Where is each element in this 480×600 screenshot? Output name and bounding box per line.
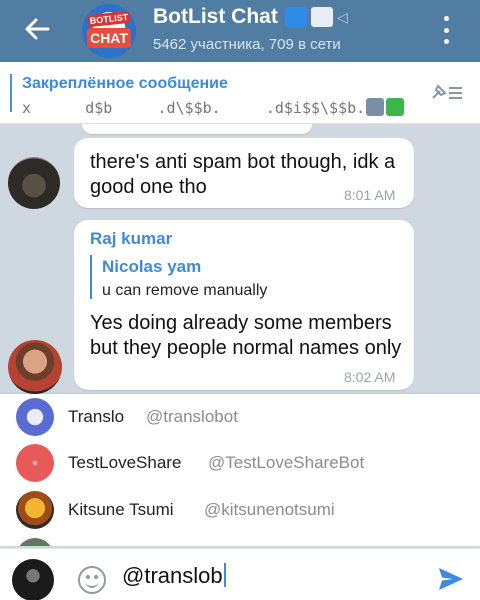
suggestion-username: @translobot xyxy=(146,407,238,426)
message-input-value: @translob xyxy=(122,563,223,588)
muted-icon: ◁ xyxy=(337,9,348,25)
sender-avatar[interactable] xyxy=(8,340,62,394)
suggestion-avatar xyxy=(16,491,54,529)
reply-text[interactable]: u can remove manually xyxy=(102,282,267,300)
suggestion-avatar xyxy=(16,444,54,482)
chat-member-count: 5462 участника, 709 в сети xyxy=(153,36,341,53)
check-icon xyxy=(386,98,404,116)
back-arrow-icon[interactable] xyxy=(22,14,52,44)
pin-list-icon[interactable] xyxy=(430,82,464,102)
title-badges: ◁ xyxy=(285,6,351,28)
pinned-emojis xyxy=(366,98,404,116)
message-text: Yes doing already some members but they … xyxy=(90,312,402,359)
message-input-bar: @translob xyxy=(0,548,480,600)
emoji-icon[interactable] xyxy=(78,566,106,594)
send-as-avatar[interactable] xyxy=(12,559,54,600)
message-time: 8:01 AM xyxy=(344,187,396,203)
suggestion-item[interactable]: TestLoveShare @TestLoveShareBot xyxy=(0,440,480,488)
suggestion-item[interactable] xyxy=(0,534,480,546)
users-icon xyxy=(285,7,307,27)
text-caret xyxy=(223,563,226,587)
pinned-message[interactable]: Закреплённое сообщение x d$b .d\$$b. .d$… xyxy=(0,62,480,124)
message-input[interactable]: @translob xyxy=(122,563,226,589)
more-icon[interactable] xyxy=(438,16,454,44)
message-bubble[interactable]: Raj kumar Nicolas yam u can remove manua… xyxy=(74,220,414,390)
suggestion-username: @TestLoveShareBot xyxy=(208,453,365,472)
suggestion-name: TestLoveShare xyxy=(68,453,182,472)
send-icon[interactable] xyxy=(437,565,465,593)
message-time: 8:02 AM xyxy=(344,369,396,385)
message-sender[interactable]: Raj kumar xyxy=(90,229,172,249)
robot-icon xyxy=(366,98,384,116)
sender-avatar[interactable] xyxy=(8,157,60,209)
suggestion-item[interactable]: Translo @translobot xyxy=(0,394,480,442)
suggestion-name: Translo xyxy=(68,407,125,426)
suggestion-avatar xyxy=(16,398,54,436)
avatar-logo-top: BOTLIST xyxy=(87,10,131,28)
pinned-text: x d$b .d\$$b. .d$i$$\$$b. xyxy=(22,99,366,117)
avatar-logo-bottom: CHAT xyxy=(87,28,131,48)
pinned-bar xyxy=(10,74,12,112)
reply-bar xyxy=(90,255,92,299)
suggestion-username: @kitsunenotsumi xyxy=(204,500,335,519)
suggestion-name: Kitsune Tsumi xyxy=(68,500,174,519)
suggestion-item[interactable]: Kitsune Tsumi @kitsunenotsumi xyxy=(0,487,480,535)
reply-name[interactable]: Nicolas yam xyxy=(102,257,201,277)
chat-title[interactable]: BotList Chat xyxy=(153,5,278,29)
message-bubble[interactable]: there's anti spam bot though, idk a good… xyxy=(74,138,414,208)
chat-header: BOTLIST CHAT BotList Chat ◁ 5462 участни… xyxy=(0,0,480,62)
pinned-title: Закреплённое сообщение xyxy=(22,75,228,92)
suggestion-avatar xyxy=(16,538,54,546)
chat-avatar[interactable]: BOTLIST CHAT xyxy=(82,4,136,58)
chat-icon xyxy=(311,7,333,27)
previous-message-bubble xyxy=(82,124,312,134)
mention-suggestions: Translo @translobot TestLoveShare @TestL… xyxy=(0,394,480,546)
